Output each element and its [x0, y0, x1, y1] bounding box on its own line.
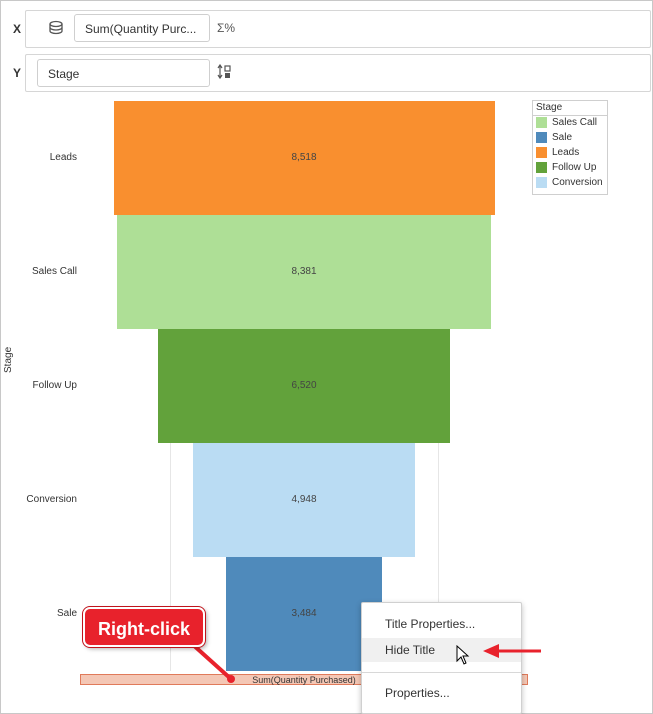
- x-field-pill[interactable]: Sum(Quantity Purc...: [74, 14, 210, 42]
- legend-item[interactable]: Follow Up: [533, 161, 607, 176]
- mouse-cursor-icon: [456, 644, 470, 670]
- bar-value-label: 8,518: [291, 152, 317, 163]
- menu-item-properties[interactable]: Properties...: [362, 681, 521, 705]
- sort-icon[interactable]: [217, 63, 233, 83]
- legend-title: Stage: [533, 101, 607, 116]
- chart-editor: X Sum(Quantity Purc... Σ% Y Stage Stage …: [0, 0, 653, 714]
- y-axis-title[interactable]: Stage: [3, 347, 14, 373]
- y-tick-label: Leads: [49, 152, 77, 163]
- bar-value-label: 8,381: [291, 266, 317, 277]
- legend-label: Conversion: [552, 177, 603, 188]
- x-shelf-label: X: [13, 22, 22, 36]
- legend-label: Sale: [552, 132, 573, 143]
- legend-swatch: [536, 177, 547, 188]
- legend-swatch: [536, 147, 547, 158]
- legend-label: Leads: [552, 147, 580, 158]
- callout-connector: [181, 641, 241, 691]
- menu-separator: [362, 672, 521, 673]
- bar-value-label: 3,484: [291, 608, 317, 619]
- database-icon[interactable]: [48, 20, 64, 39]
- y-shelf-label: Y: [13, 66, 22, 80]
- legend-label: Follow Up: [552, 162, 597, 173]
- legend-item[interactable]: Conversion: [533, 176, 607, 191]
- legend-swatch: [536, 132, 547, 143]
- y-tick-label: Conversion: [26, 494, 77, 505]
- legend-label: Sales Call: [552, 117, 598, 128]
- y-shelf[interactable]: Stage: [25, 54, 651, 92]
- y-field-pill[interactable]: Stage: [37, 59, 210, 87]
- bar-value-label: 4,948: [291, 494, 317, 505]
- legend[interactable]: Stage Sales Call Sale Leads Follow Up Conver…: [532, 100, 608, 195]
- y-tick-label: Sales Call: [31, 266, 77, 277]
- legend-item[interactable]: Sales Call: [533, 116, 607, 131]
- arrow-pointer-icon: [481, 641, 543, 666]
- legend-swatch: [536, 117, 547, 128]
- legend-item[interactable]: Sale: [533, 131, 607, 146]
- right-click-callout: Right-click: [83, 607, 205, 647]
- bar-value-label: 6,520: [291, 380, 317, 391]
- y-tick-label: Sale: [56, 608, 77, 619]
- funnel-plot[interactable]: 8,518 8,381 6,520 4,948 3,484: [80, 101, 528, 671]
- menu-item-title-properties[interactable]: Title Properties...: [362, 612, 521, 636]
- x-shelf[interactable]: Sum(Quantity Purc... Σ%: [25, 10, 651, 48]
- legend-swatch: [536, 162, 547, 173]
- legend-item[interactable]: Leads: [533, 146, 607, 161]
- aggregate-icon[interactable]: Σ%: [217, 21, 235, 35]
- y-tick-label: Follow Up: [32, 380, 77, 391]
